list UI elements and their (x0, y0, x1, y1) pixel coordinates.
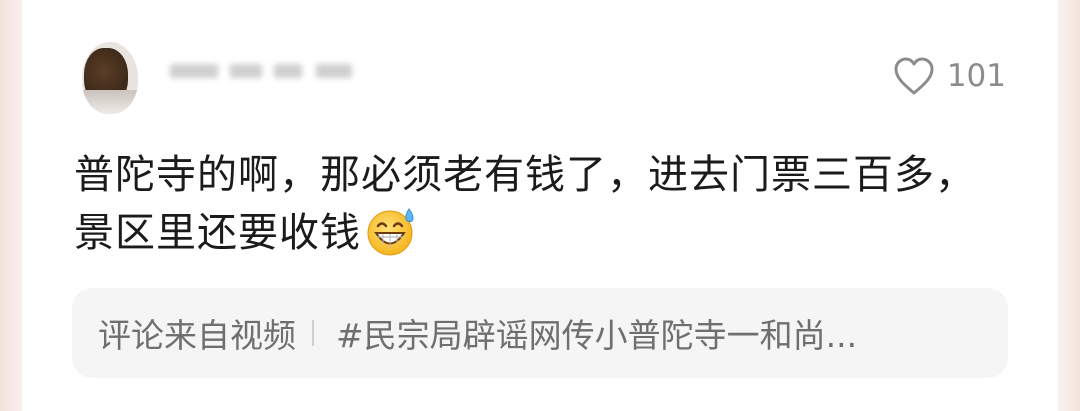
like-button[interactable]: 101 (893, 56, 1006, 96)
username-blurred[interactable] (170, 58, 360, 84)
grinning-sweat-emoji-icon (365, 204, 419, 274)
avatar[interactable] (82, 42, 138, 114)
background-edge-right (1058, 0, 1080, 411)
source-video-link[interactable]: #民宗局辟谣网传小普陀寺一和尚... (336, 309, 857, 357)
source-divider (312, 320, 314, 346)
comment-body: 普陀寺的啊，那必须老有钱了，进去门票三百多，景区里还要收钱 (74, 152, 976, 256)
comment-source-bar[interactable]: 评论来自视频 #民宗局辟谣网传小普陀寺一和尚... (72, 288, 1008, 378)
heart-icon (894, 57, 934, 95)
background-edge-left (0, 0, 22, 411)
comment-text: 普陀寺的啊，那必须老有钱了，进去门票三百多，景区里还要收钱 (74, 146, 1004, 274)
source-label: 评论来自视频 (98, 316, 296, 355)
like-count: 101 (946, 58, 1006, 94)
